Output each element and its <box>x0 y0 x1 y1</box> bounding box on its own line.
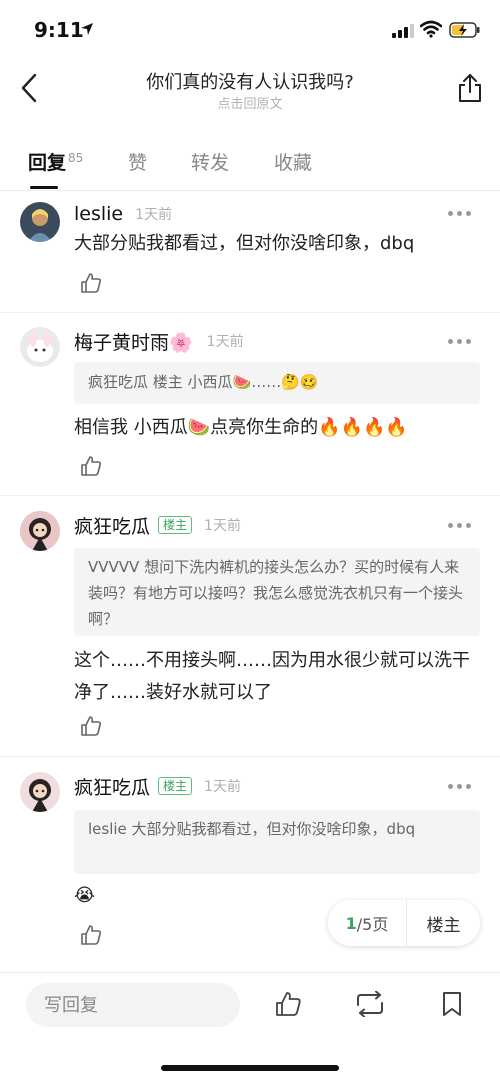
reply-input[interactable] <box>26 983 240 1027</box>
comment-time: 1天前 <box>206 334 244 350</box>
tab-replies-count: 85 <box>68 150 84 165</box>
home-indicator <box>161 1065 339 1071</box>
username[interactable]: 疯狂吃瓜 <box>74 512 150 539</box>
tab-active-indicator <box>30 186 58 189</box>
repost-icon[interactable] <box>354 991 386 1017</box>
more-dots-icon[interactable] <box>448 784 472 790</box>
bottom-bar <box>0 972 500 1083</box>
nav-header: 你们真的没有人认识我吗? 点击回原文 <box>0 60 500 120</box>
location-arrow-icon <box>81 23 93 35</box>
owner-badge: 楼主 <box>158 777 193 795</box>
more-dots-icon[interactable] <box>448 339 472 345</box>
comment-time: 1天前 <box>204 779 241 795</box>
signal-icon <box>392 24 414 38</box>
comment-item: 疯狂吃瓜 楼主 1天前 VVVVV 想问下洗内裤机的接头怎么办？买的时候有人来装… <box>0 495 500 757</box>
bookmark-icon[interactable] <box>441 991 463 1017</box>
more-dots-icon[interactable] <box>448 211 472 217</box>
share-icon[interactable] <box>456 72 484 104</box>
wifi-icon <box>420 20 442 38</box>
quoted-reply[interactable]: leslie 大部分贴我都看过，但对你没啥印象，dbq <box>74 810 480 874</box>
owner-only-button[interactable]: 楼主 <box>407 900 480 946</box>
total-pages: /5页 <box>356 915 389 934</box>
current-page: 1 <box>345 913 357 933</box>
username[interactable]: 梅子黄时雨🌸 <box>74 328 193 355</box>
avatar[interactable] <box>20 327 60 367</box>
comment-item: 梅子黄时雨🌸 1天前 疯狂吃瓜 楼主 小西瓜🍉……🤔🥴 相信我 小西瓜🍉点亮你生… <box>0 312 500 496</box>
username[interactable]: 疯狂吃瓜 <box>74 773 150 800</box>
back-to-original-link[interactable]: 点击回原文 <box>0 93 500 112</box>
avatar[interactable] <box>20 202 60 242</box>
comment-text: 相信我 小西瓜🍉点亮你生命的🔥🔥🔥🔥 <box>74 417 408 438</box>
thumbs-up-icon[interactable] <box>80 455 102 477</box>
tab-likes[interactable]: 赞 <box>128 148 147 175</box>
thumbs-up-icon[interactable] <box>275 991 301 1017</box>
quoted-reply[interactable]: VVVVV 想问下洗内裤机的接头怎么办？买的时候有人来装吗？有地方可以接吗？我怎… <box>74 548 480 636</box>
comment-text: 这个……不用接头啊……因为用水很少就可以洗干净了……装好水就可以了 <box>74 650 470 703</box>
tab-favorites[interactable]: 收藏 <box>274 148 312 175</box>
thumbs-up-icon[interactable] <box>80 715 102 737</box>
more-dots-icon[interactable] <box>448 523 472 529</box>
quoted-reply[interactable]: 疯狂吃瓜 楼主 小西瓜🍉……🤔🥴 <box>74 362 480 404</box>
avatar[interactable] <box>20 511 60 551</box>
battery-charging-icon <box>449 22 480 38</box>
tab-replies[interactable]: 回复 85 <box>28 148 83 175</box>
comment-item: leslie 1天前 大部分贴我都看过，但对你没啥印象，dbq <box>0 190 500 313</box>
avatar[interactable] <box>20 772 60 812</box>
comment-time: 1天前 <box>135 207 173 223</box>
owner-badge: 楼主 <box>158 516 193 534</box>
tab-replies-label: 回复 <box>28 152 67 174</box>
comment-time: 1天前 <box>204 518 241 534</box>
tab-bar: 回复 85 赞 转发 收藏 <box>0 140 500 191</box>
status-bar: 9:11 <box>0 0 500 60</box>
username[interactable]: leslie <box>74 203 123 225</box>
thumbs-up-icon[interactable] <box>80 924 102 946</box>
page-indicator[interactable]: 1/5页 <box>328 900 407 946</box>
tab-reposts[interactable]: 转发 <box>191 148 229 175</box>
floating-pager: 1/5页 楼主 <box>328 900 480 946</box>
comment-text: 大部分贴我都看过，但对你没啥印象，dbq <box>74 233 415 254</box>
status-time: 9:11 <box>34 18 84 42</box>
thumbs-up-icon[interactable] <box>80 272 102 294</box>
page-title: 你们真的没有人认识我吗? <box>146 72 354 93</box>
